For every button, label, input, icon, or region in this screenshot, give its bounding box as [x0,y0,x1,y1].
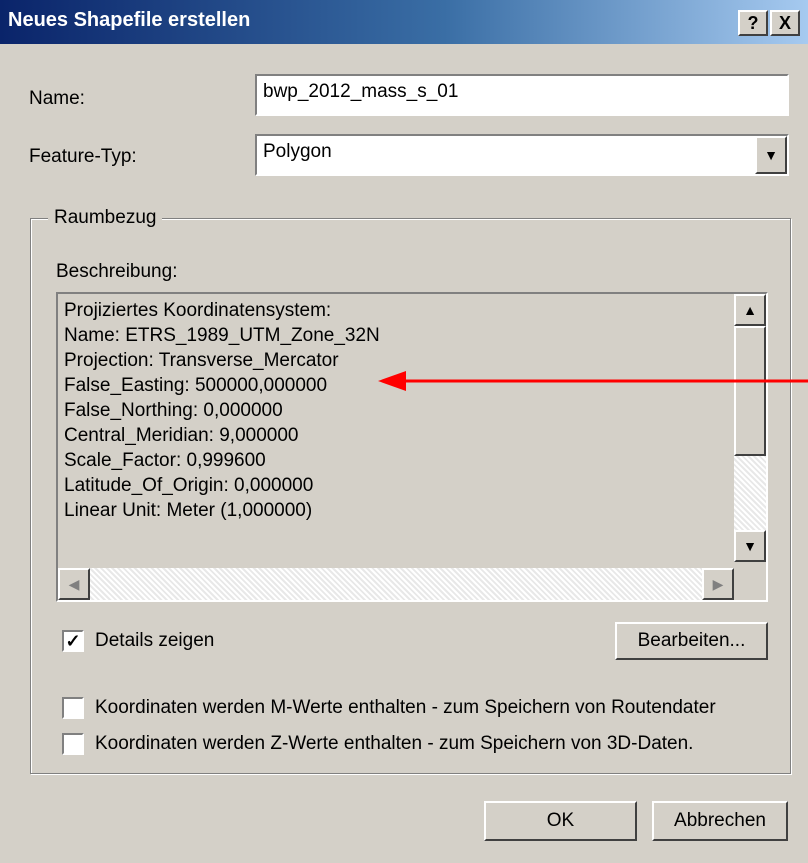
description-label: Beschreibung: [56,261,178,282]
m-values-label: Koordinaten werden M-Werte enthalten - z… [95,697,716,718]
description-line: False_Northing: 0,000000 [64,400,283,421]
cancel-button[interactable]: Abbrechen [652,801,788,841]
description-line: False_Easting: 500000,000000 [64,375,328,396]
spatial-reference-legend: Raumbezug [48,207,163,229]
vertical-scrollbar[interactable]: ▲ ▼ [734,294,766,562]
name-input[interactable]: bwp_2012_mass_s_01 [255,74,789,116]
description-lines: Projiziertes Koordinatensystem: Name: ET… [64,298,380,523]
close-button[interactable]: X [770,10,800,36]
title-bar: Neues Shapefile erstellen ? X [0,0,808,44]
arrow-up-icon[interactable]: ▲ [734,294,766,326]
name-input-value: bwp_2012_mass_s_01 [263,81,459,102]
feature-type-select[interactable]: Polygon ▼ [255,134,789,176]
description-box[interactable]: Projiziertes Koordinatensystem: Name: ET… [56,292,768,602]
description-line: Projection: Transverse_Mercator [64,350,339,371]
ok-button[interactable]: OK [484,801,637,841]
arrow-down-icon[interactable]: ▼ [734,530,766,562]
show-details-checkbox[interactable]: ✓ [62,630,84,652]
help-button[interactable]: ? [738,10,768,36]
z-values-label: Koordinaten werden Z-Werte enthalten - z… [95,733,694,754]
chevron-down-icon[interactable]: ▼ [755,136,787,174]
description-line: Name: ETRS_1989_UTM_Zone_32N [64,325,380,346]
feature-type-label: Feature-Typ: [29,146,137,167]
window-title: Neues Shapefile erstellen [8,9,251,31]
show-details-label: Details zeigen [95,630,215,651]
description-line: Projiziertes Koordinatensystem: [64,300,332,321]
description-line: Scale_Factor: 0,999600 [64,450,266,471]
feature-type-value: Polygon [263,141,332,162]
horizontal-scrollbar[interactable]: ◀ ▶ [58,568,734,600]
z-values-checkbox[interactable] [62,733,84,755]
arrow-left-icon[interactable]: ◀ [58,568,90,600]
description-line: Linear Unit: Meter (1,000000) [64,500,313,521]
edit-button[interactable]: Bearbeiten... [615,622,768,660]
name-label: Name: [29,88,85,109]
arrow-right-icon[interactable]: ▶ [702,568,734,600]
red-arrow-icon [378,371,808,391]
m-values-checkbox[interactable] [62,697,84,719]
description-line: Latitude_Of_Origin: 0,000000 [64,475,314,496]
description-line: Central_Meridian: 9,000000 [64,425,299,446]
